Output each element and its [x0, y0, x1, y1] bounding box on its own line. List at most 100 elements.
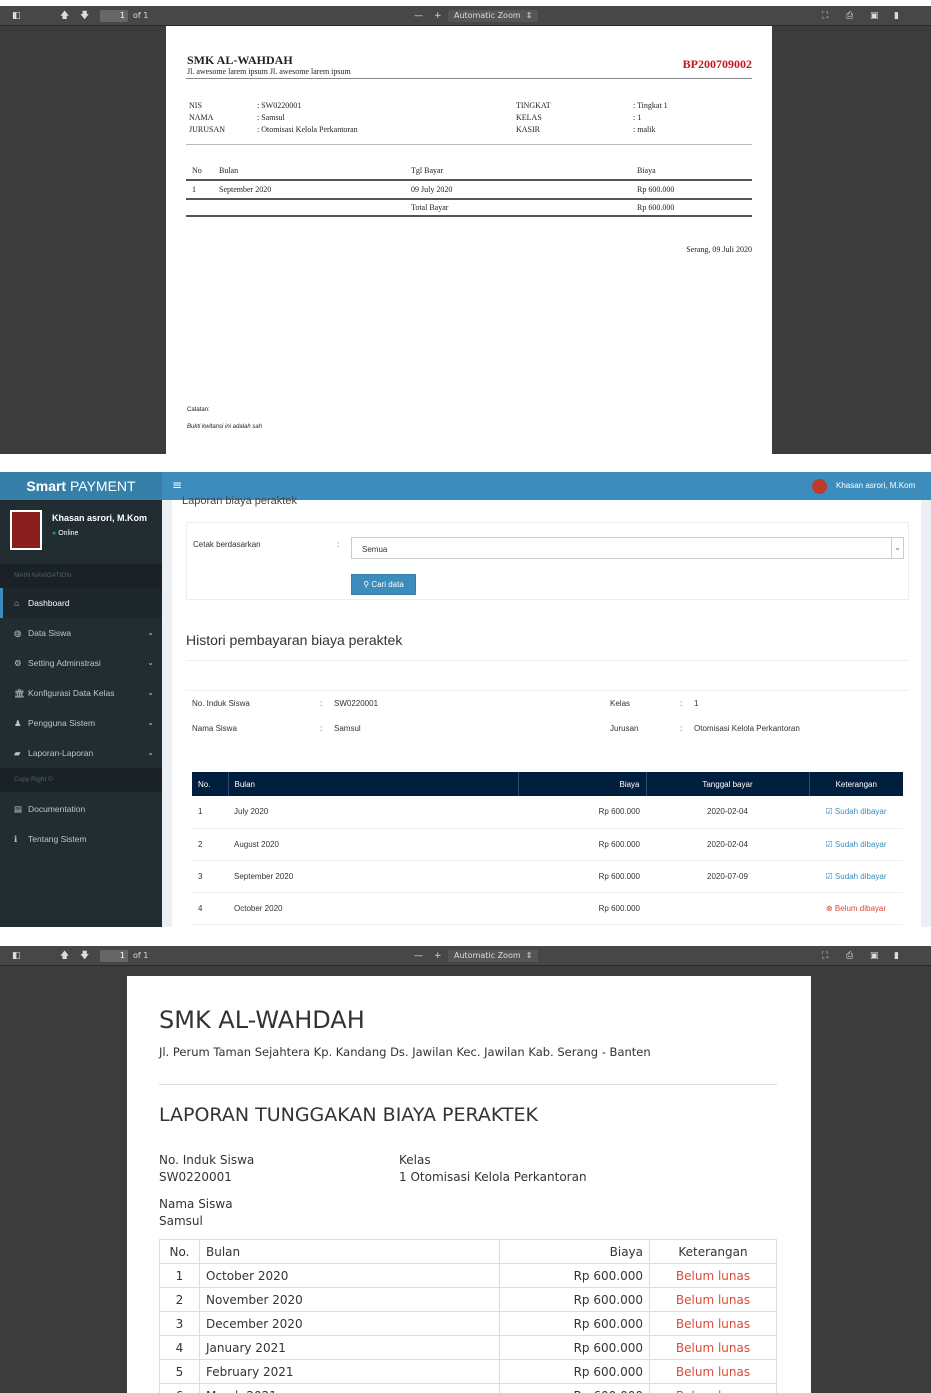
app-logo[interactable]: Smart PAYMENT — [0, 472, 162, 500]
sidebar-user-status: ● Online — [52, 530, 79, 537]
presentation-icon[interactable]: ⛶ — [822, 9, 828, 23]
pdf-toolbar: ◧ 🡅 🡇 1 of 1 — + Automatic Zoom ⇕ ⛶ ⎙ ▣ … — [0, 946, 931, 966]
divider — [186, 179, 752, 181]
chevron-down-icon: ⌄ — [147, 748, 154, 757]
cell-bulan: August 2020 — [228, 828, 518, 861]
table-row: 3 December 2020 Rp 600.000 Belum lunas — [159, 1311, 777, 1336]
chevron-down-icon: ⌄ — [147, 688, 154, 697]
zoom-in-button[interactable]: + — [434, 9, 442, 23]
report-nama-value: Samsul — [159, 1214, 203, 1228]
zoom-select[interactable]: Automatic Zoom ⇕ — [448, 10, 539, 22]
field-kasir-value: : malik — [633, 125, 656, 134]
cell-biaya: Rp 600.000 — [499, 1311, 650, 1336]
col-tgl-header: Tgl Bayar — [411, 166, 444, 175]
sidebar-toggle-icon[interactable]: ◧ — [12, 949, 21, 963]
zoom-select[interactable]: Automatic Zoom ⇕ — [448, 950, 539, 962]
sidebar-item-setting-adminstrasi[interactable]: ⚙ Setting Adminstrasi ⌄ — [0, 648, 162, 678]
sidebar-item-documentation[interactable]: ▤ Documentation — [0, 794, 162, 824]
search-button[interactable]: ⚲ Cari data — [351, 574, 416, 595]
col-biaya-header: Biaya — [637, 166, 656, 175]
cell-no: 3 — [192, 860, 228, 893]
chevron-down-icon: ⌄ — [147, 718, 154, 727]
top-navbar: Smart PAYMENT ≡ Khasan asrori, M.Kom — [0, 472, 931, 500]
row-biaya: Rp 600.000 — [637, 185, 675, 194]
sidebar-item-pengguna-sistem[interactable]: ♟ Pengguna Sistem ⌄ — [0, 708, 162, 738]
print-icon[interactable]: ⎙ — [846, 949, 853, 963]
info-nama-label: Nama Siswa — [192, 724, 237, 733]
filter-colon: : — [337, 540, 340, 549]
sidebar: Khasan asrori, M.Kom ● Online MAIN NAVIG… — [0, 500, 162, 927]
divider — [186, 660, 909, 661]
next-page-icon[interactable]: 🡇 — [80, 9, 89, 23]
receipt-address: Jl. awesome larem ipsum Jl. awesome lare… — [187, 67, 351, 76]
col-no-header: No. — [192, 772, 229, 796]
prev-page-icon[interactable]: 🡅 — [60, 9, 69, 23]
presentation-icon[interactable]: ⛶ — [822, 949, 828, 963]
info-kelas-label: Kelas — [610, 699, 631, 708]
table-row: 3 September 2020 Rp 600.000 2020-07-09 ☑… — [192, 860, 903, 893]
times-circle-icon: ⊗ — [825, 903, 833, 913]
status-unpaid: Belum lunas — [649, 1311, 777, 1336]
page-number-input[interactable]: 1 — [100, 10, 128, 22]
sidebar-item-tentang-sistem[interactable]: ℹ Tentang Sistem — [0, 824, 162, 854]
sidebar-toggle-icon[interactable]: ◧ — [12, 9, 21, 23]
sidebar-item-konfigurasi-data-kelas[interactable]: 🏛 Konfigurasi Data Kelas ⌄ — [0, 678, 162, 708]
note-text: Bukti kwitansi ini adalah sah — [187, 424, 263, 430]
next-page-icon[interactable]: 🡇 — [80, 949, 89, 963]
place-date: Serang, 09 Juli 2020 — [686, 245, 752, 254]
sidebar-item-laporan-laporan[interactable]: ▰ Laporan-Laporan ⌄ — [0, 738, 162, 768]
field-kelas-label: KELAS — [516, 113, 542, 122]
filter-panel: Cetak berdasarkan : Semua ⌄ ⚲ Cari data — [186, 522, 909, 600]
table-row: 2 November 2020 Rp 600.000 Belum lunas — [159, 1287, 777, 1312]
report-title: LAPORAN TUNGGAKAN BIAYA PERAKTEK — [159, 1104, 538, 1126]
filter-select[interactable]: Semua ⌄ — [351, 537, 904, 559]
menu-toggle-icon[interactable]: ≡ — [172, 478, 182, 492]
check-square-icon: ☑ — [825, 871, 833, 881]
page-number-input[interactable]: 1 — [100, 950, 128, 962]
zoom-out-button[interactable]: — — [414, 949, 423, 963]
book-icon: ▤ — [14, 804, 23, 814]
field-kasir-label: KASIR — [516, 125, 541, 134]
row-tgl: 09 July 2020 — [411, 185, 453, 194]
print-icon[interactable]: ⎙ — [846, 9, 853, 23]
table-row: 4 October 2020 Rp 600.000 ⊗ Belum dibaya… — [192, 892, 903, 925]
sidebar-item-dashboard[interactable]: ⌂ Dashboard — [0, 588, 162, 618]
download-icon[interactable]: ▣ — [870, 949, 879, 963]
info-nama-value: Samsul — [334, 724, 361, 733]
divider — [186, 690, 909, 691]
cell-bulan: October 2020 — [228, 892, 518, 925]
bookmark-icon[interactable]: ▮ — [894, 9, 899, 23]
sidebar-item-data-siswa[interactable]: ◍ Data Siswa ⌄ — [0, 618, 162, 648]
cell-bulan: November 2020 — [199, 1287, 500, 1312]
cell-tanggal: 2020-02-04 — [646, 828, 809, 861]
col-biaya-header: Biaya — [499, 1239, 650, 1264]
cell-biaya: Rp 600.000 — [499, 1359, 650, 1384]
info-jurusan-value: Otomisasi Kelola Perkantoran — [694, 724, 800, 733]
zoom-in-button[interactable]: + — [434, 949, 442, 963]
user-avatar[interactable] — [812, 479, 827, 494]
prev-page-icon[interactable]: 🡅 — [60, 949, 69, 963]
filter-label: Cetak berdasarkan — [193, 540, 261, 549]
field-tingkat-label: TINGKAT — [516, 101, 551, 110]
info-icon: ℹ — [14, 834, 18, 844]
total-label: Total Bayar — [411, 203, 449, 212]
status-unpaid: ⊗ Belum dibayar — [809, 892, 903, 925]
divider — [186, 198, 752, 200]
online-dot-icon: ● — [52, 530, 57, 537]
cell-no: 5 — [159, 1359, 200, 1384]
bookmark-icon[interactable]: ▮ — [894, 949, 899, 963]
field-jurusan-label: JURUSAN — [189, 125, 226, 134]
cell-biaya: Rp 600.000 — [499, 1287, 650, 1312]
chevron-down-icon: ⌄ — [147, 658, 154, 667]
zoom-out-button[interactable]: — — [414, 9, 423, 23]
gears-icon: ⚙ — [14, 658, 22, 668]
info-nis-label: No. Induk Siswa — [192, 699, 250, 708]
report-sheet: SMK AL-WAHDAH Jl. Perum Taman Sejahtera … — [127, 976, 811, 1393]
receipt-school-name: SMK AL-WAHDAH — [187, 53, 293, 67]
download-icon[interactable]: ▣ — [870, 9, 879, 23]
status-unpaid: Belum lunas — [649, 1263, 777, 1288]
nav-header: MAIN NAVIGATION — [0, 564, 162, 588]
cell-biaya: Rp 600.000 — [499, 1263, 650, 1288]
user-menu-name[interactable]: Khasan asrori, M.Kom — [836, 481, 915, 490]
info-jurusan-colon: : — [680, 724, 683, 733]
